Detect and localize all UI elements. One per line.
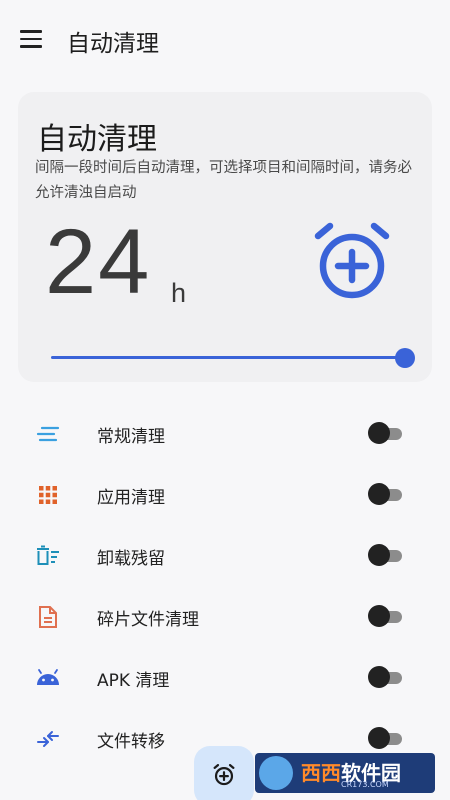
toggle-switch[interactable] bbox=[368, 544, 404, 566]
file-icon bbox=[39, 606, 57, 628]
watermark-brand: 西西 bbox=[301, 761, 341, 785]
toggle-switch[interactable] bbox=[368, 666, 404, 688]
clean-items-list: 常规清理 应用清理 卸载残留 碎片文件清理 APK 清理 文件转移 bbox=[0, 403, 450, 769]
auto-clean-card: 自动清理 间隔一段时间后自动清理，可选择项目和间隔时间，请务必允许清浊自启动 2… bbox=[18, 92, 432, 382]
interval-value: 24 bbox=[45, 211, 152, 313]
slider-track bbox=[51, 356, 407, 359]
list-item-apk-clean[interactable]: APK 清理 bbox=[0, 647, 450, 708]
slider-thumb[interactable] bbox=[395, 348, 415, 368]
lines-icon bbox=[36, 426, 60, 442]
list-item-label: 常规清理 bbox=[97, 427, 165, 447]
list-item-regular-clean[interactable]: 常规清理 bbox=[0, 403, 450, 464]
alarm-add-icon[interactable] bbox=[312, 222, 392, 302]
android-icon bbox=[37, 669, 59, 685]
card-description: 间隔一段时间后自动清理，可选择项目和间隔时间，请务必允许清浊自启动 bbox=[35, 160, 412, 201]
watermark-logo: 西西 软件园 CR173.COM bbox=[255, 753, 435, 793]
list-item-app-clean[interactable]: 应用清理 bbox=[0, 464, 450, 525]
list-item-label: 碎片文件清理 bbox=[97, 610, 199, 630]
list-item-label: 卸载残留 bbox=[97, 549, 165, 569]
list-item-label: 文件转移 bbox=[97, 732, 165, 752]
trash-list-icon bbox=[37, 545, 59, 565]
watermark-icon bbox=[259, 756, 293, 790]
add-alarm-button[interactable] bbox=[194, 746, 254, 800]
card-title: 自动清理 bbox=[37, 122, 157, 157]
watermark-site: CR173.COM bbox=[341, 780, 389, 789]
list-item-label: APK 清理 bbox=[97, 671, 170, 691]
page-title: 自动清理 bbox=[67, 31, 159, 57]
toggle-switch[interactable] bbox=[368, 422, 404, 444]
grid-icon bbox=[39, 486, 57, 504]
toggle-switch[interactable] bbox=[368, 727, 404, 749]
interval-unit: h bbox=[171, 278, 187, 308]
menu-icon[interactable] bbox=[20, 30, 42, 48]
app-bar: 自动清理 bbox=[0, 0, 450, 80]
alarm-add-icon bbox=[213, 764, 235, 786]
interval-slider[interactable] bbox=[51, 348, 415, 368]
toggle-switch[interactable] bbox=[368, 483, 404, 505]
list-item-label: 应用清理 bbox=[97, 488, 165, 508]
list-item-fragment-files[interactable]: 碎片文件清理 bbox=[0, 586, 450, 647]
list-item-uninstall-residue[interactable]: 卸载残留 bbox=[0, 525, 450, 586]
transfer-icon bbox=[37, 731, 59, 747]
toggle-switch[interactable] bbox=[368, 605, 404, 627]
